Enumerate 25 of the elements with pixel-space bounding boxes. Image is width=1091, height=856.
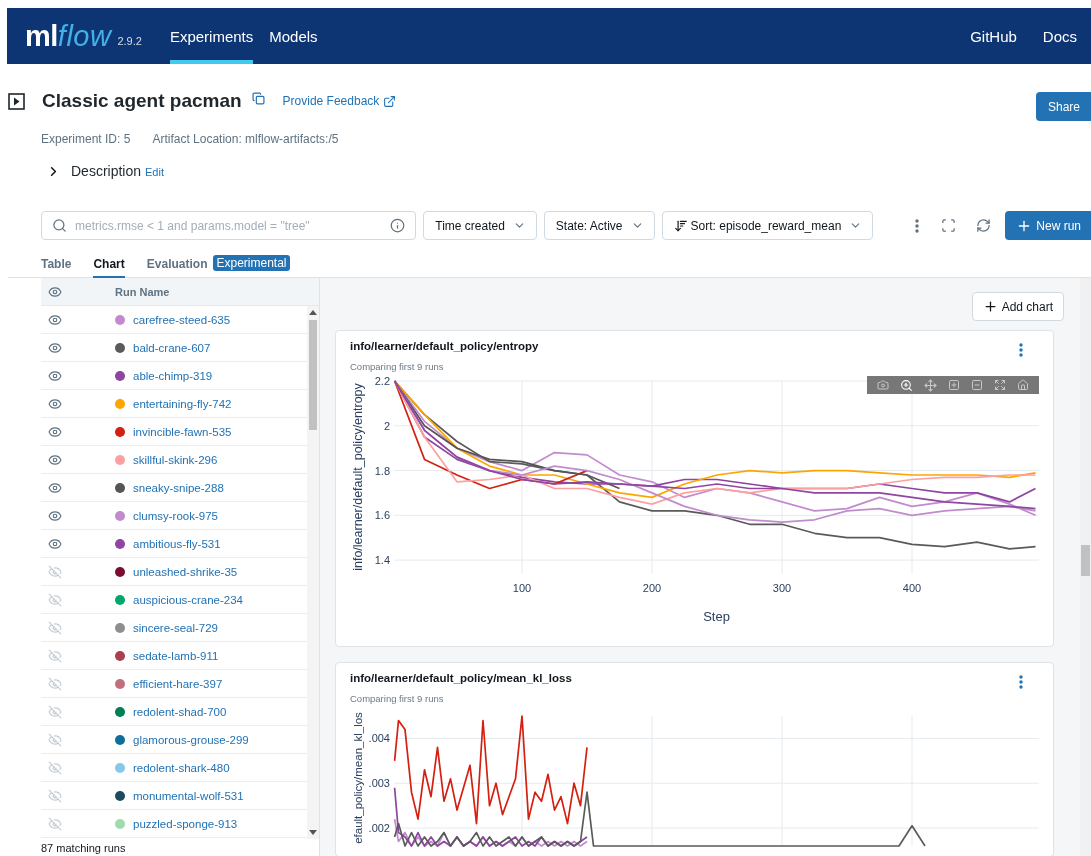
axis-title: info/learner/default_policy/entropy (351, 383, 365, 571)
axis-tick-label: .004 (368, 732, 390, 745)
axis-title: Step (703, 609, 730, 624)
meta-text: Artifact Location: mlflow-artifacts:/5 (152, 132, 339, 146)
chart-title: info/learner/default_policy/mean_kl_loss (350, 672, 572, 684)
axis-tick-label: 2.2 (374, 375, 390, 387)
axis-tick-label: 2 (383, 419, 390, 432)
axis-tick-label: 400 (902, 582, 922, 594)
meta-text: Experiment ID: 5 (41, 132, 131, 146)
axis-tick-label: 1.8 (374, 464, 390, 477)
chart-title: info/learner/default_policy/entropy (350, 340, 539, 352)
axis-tick-label: .003 (368, 777, 390, 790)
axis-title: efault_policy/mean_kl_los (352, 712, 364, 844)
axis-tick-label: 1.6 (374, 509, 390, 522)
experimental-badge: Experimental (213, 255, 290, 271)
chart-subtitle: Comparing first 9 runs (350, 693, 445, 704)
version-label: 2.9.2 (117, 35, 142, 47)
axis-tick-label: 200 (642, 582, 662, 594)
axis-tick-label: 300 (772, 582, 792, 594)
experiment-title: Classic agent pacman (42, 90, 242, 112)
chart-subtitle: Comparing first 9 runs (350, 361, 445, 372)
matching-runs-count: 87 matching runs (41, 841, 127, 856)
axis-tick-label: .002 (368, 822, 390, 835)
axis-tick-label: 100 (512, 582, 532, 594)
axis-tick-label: 1.4 (374, 554, 390, 567)
